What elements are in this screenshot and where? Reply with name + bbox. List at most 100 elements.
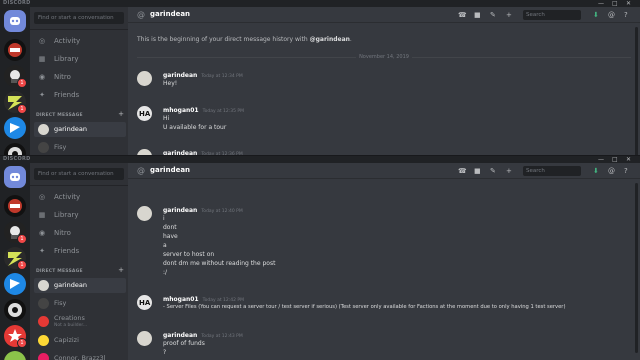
message-text: have xyxy=(163,233,178,240)
help-icon[interactable]: ? xyxy=(624,11,628,19)
add-friend-icon[interactable]: + xyxy=(506,11,512,19)
message-text: proof of funds xyxy=(163,340,205,347)
history-start: This is the beginning of your direct mes… xyxy=(137,36,352,43)
nitro-icon: ◉ xyxy=(38,73,46,81)
avatar xyxy=(38,353,49,360)
message-text: :/ xyxy=(163,269,168,276)
minimize-button[interactable]: — xyxy=(598,0,604,7)
message-author[interactable]: garindean Today at 12:43 PM xyxy=(163,332,243,339)
top-window: DISCORD — □ ✕ 1 1 Find or start a conver… xyxy=(0,0,640,180)
mention-badge: 1 xyxy=(17,78,27,88)
search-input[interactable]: Search xyxy=(523,166,581,176)
dm-item-capizizi[interactable]: Capizizi xyxy=(34,333,126,348)
dm-item-creations[interactable]: Creations Not a builder... xyxy=(34,314,126,331)
download-icon[interactable]: ⬇ xyxy=(593,167,599,175)
activity-icon: ◎ xyxy=(38,193,46,201)
pin-icon[interactable]: ✎ xyxy=(490,11,496,19)
avatar xyxy=(38,124,49,135)
message-author[interactable]: garindean Today at 12:34 PM xyxy=(163,72,243,79)
guild-art-icon xyxy=(8,303,22,317)
nav-nitro[interactable]: ◉ Nitro xyxy=(34,226,124,240)
find-conversation-button[interactable]: Find or start a conversation xyxy=(34,168,124,180)
message-text: ? xyxy=(163,349,167,356)
download-icon[interactable]: ⬇ xyxy=(593,11,599,19)
mention-badge: 1 xyxy=(17,104,27,114)
ha-logo-icon: HA xyxy=(139,299,151,307)
nav-library[interactable]: ▦ Library xyxy=(34,52,124,66)
message-text: - Server Files (You can request a server… xyxy=(163,304,566,310)
pin-icon[interactable]: ✎ xyxy=(490,167,496,175)
avatar[interactable] xyxy=(137,206,152,221)
avatar[interactable] xyxy=(137,331,152,346)
chat-area: @ garindean ☎ ■ ✎ + Search ⬇ @ ? garinde… xyxy=(128,163,640,360)
nav-activity[interactable]: ◎ Activity xyxy=(34,34,124,48)
guild-icon[interactable] xyxy=(4,195,26,217)
nav-friends[interactable]: ✦ Friends xyxy=(34,244,124,258)
nav-nitro[interactable]: ◉ Nitro xyxy=(34,70,124,84)
title-bar: DISCORD — □ ✕ xyxy=(0,0,640,7)
guild-icon[interactable] xyxy=(4,273,26,295)
dm-item-garindean[interactable]: garindean xyxy=(34,278,126,293)
message-author[interactable]: mhogan01 Today at 12:42 PM xyxy=(163,296,244,303)
guild-icon[interactable] xyxy=(4,117,26,139)
video-call-icon[interactable]: ■ xyxy=(474,167,481,175)
maximize-button[interactable]: □ xyxy=(612,156,618,163)
title-bar: DISCORD — □ ✕ xyxy=(0,156,640,163)
guild-list: 1 1 1 xyxy=(0,163,30,360)
home-button[interactable] xyxy=(4,10,26,32)
nav-activity[interactable]: ◎ Activity xyxy=(34,190,124,204)
call-icon[interactable]: ☎ xyxy=(458,11,467,19)
mention-badge: 1 xyxy=(17,234,27,244)
close-button[interactable]: ✕ xyxy=(626,0,631,7)
home-button[interactable] xyxy=(4,166,26,188)
create-dm-icon[interactable]: + xyxy=(118,110,124,118)
message-text: server to host on xyxy=(163,251,215,258)
friends-icon: ✦ xyxy=(39,91,45,99)
at-icon: @ xyxy=(137,166,145,175)
guild-icon[interactable] xyxy=(4,351,26,360)
direct-messages-header: DIRECT MESSAGE xyxy=(36,269,83,274)
close-button[interactable]: ✕ xyxy=(626,156,631,163)
call-icon[interactable]: ☎ xyxy=(458,167,467,175)
avatar[interactable] xyxy=(137,71,152,86)
dm-item-fisy[interactable]: Fisy xyxy=(34,296,126,311)
divider xyxy=(30,185,128,186)
nav-friends[interactable]: ✦ Friends xyxy=(34,88,124,102)
video-call-icon[interactable]: ■ xyxy=(474,11,481,19)
avatar xyxy=(38,335,49,346)
add-friend-icon[interactable]: + xyxy=(506,167,512,175)
at-icon: @ xyxy=(137,10,145,19)
message-text: dont dm me without reading the post xyxy=(163,260,276,267)
ha-logo-icon: HA xyxy=(139,110,151,118)
dm-item-fisy[interactable]: Fisy xyxy=(34,140,126,155)
message-text: a xyxy=(163,242,167,249)
guild-art-icon xyxy=(8,199,22,213)
nav-library[interactable]: ▦ Library xyxy=(34,208,124,222)
minimize-button[interactable]: — xyxy=(598,156,604,163)
bottom-window: DISCORD — □ ✕ 1 1 1 Find or start a conv… xyxy=(0,156,640,360)
dm-item-group[interactable]: Connor, Brazz3l xyxy=(34,351,126,360)
mention-badge: 1 xyxy=(17,338,27,348)
mentions-icon[interactable]: @ xyxy=(608,11,615,19)
discord-logo-icon xyxy=(10,17,20,25)
nitro-icon: ◉ xyxy=(38,229,46,237)
message-author[interactable]: mhogan01 Today at 12:35 PM xyxy=(163,107,244,114)
message-author[interactable]: garindean Today at 12:40 PM xyxy=(163,207,243,214)
mentions-icon[interactable]: @ xyxy=(608,167,615,175)
guild-icon[interactable] xyxy=(4,299,26,321)
create-dm-icon[interactable]: + xyxy=(118,266,124,274)
svg-text:HA: HA xyxy=(139,299,151,307)
date-divider-label: November 14, 2019 xyxy=(356,54,412,60)
channel-name: garindean xyxy=(150,10,191,18)
maximize-button[interactable]: □ xyxy=(612,0,618,7)
dm-item-garindean[interactable]: garindean xyxy=(34,122,126,137)
search-input[interactable]: Search xyxy=(523,10,581,20)
find-conversation-button[interactable]: Find or start a conversation xyxy=(34,12,124,24)
avatar[interactable]: HA xyxy=(137,295,152,310)
help-icon[interactable]: ? xyxy=(624,167,628,175)
avatar[interactable]: HA xyxy=(137,106,152,121)
guild-icon[interactable] xyxy=(4,39,26,61)
guild-art-icon xyxy=(8,43,22,57)
scrollbar[interactable] xyxy=(635,183,638,353)
guild-art-icon xyxy=(10,279,20,289)
